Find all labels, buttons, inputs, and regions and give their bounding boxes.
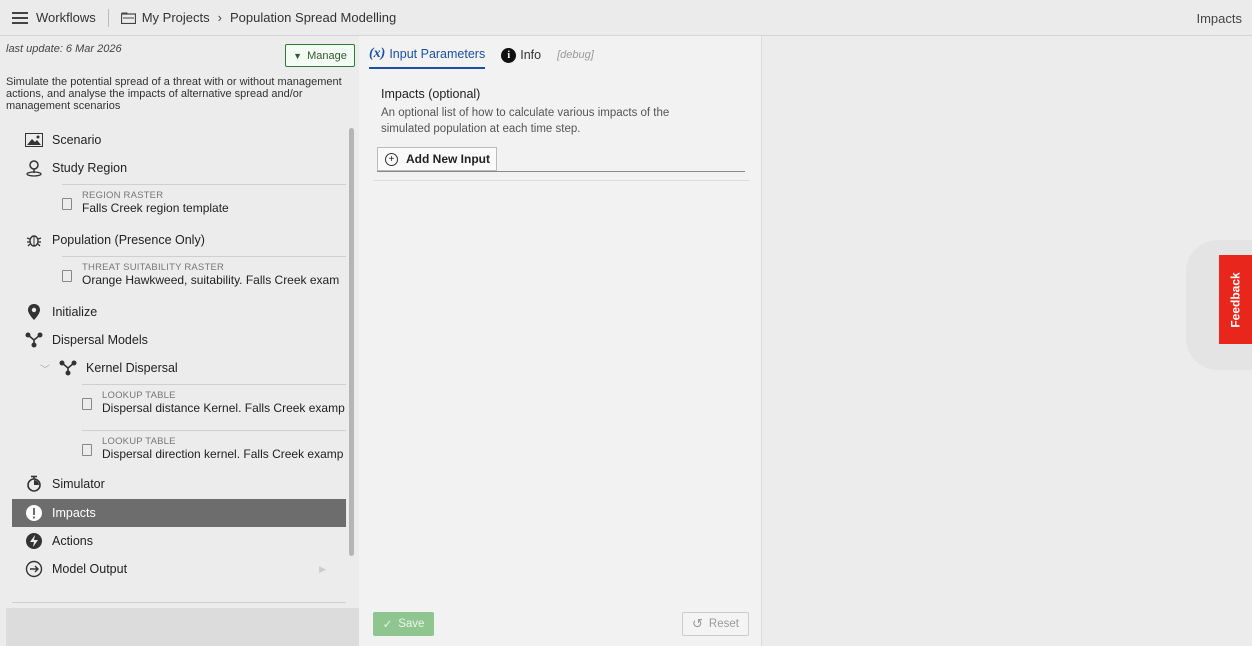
sidebar-item-label: Initialize (52, 305, 98, 319)
file-item-dispersal-direction[interactable]: LOOKUP TABLE Dispersal direction kernel.… (82, 430, 346, 461)
sidebar-item-label: Population (Presence Only) (52, 233, 205, 247)
add-new-input-button[interactable]: + Add New Input (377, 147, 497, 171)
sidebar-item-dispersal-models[interactable]: Dispersal Models (12, 326, 346, 354)
expand-arrow-icon[interactable]: ▶ (319, 564, 326, 575)
parameters-panel: (x) Input Parameters i Info [debug] Impa… (359, 36, 762, 646)
sidebar-scrollbar[interactable] (349, 128, 354, 556)
breadcrumb-current-page: Population Spread Modelling (229, 10, 397, 25)
tab-debug[interactable]: [debug] (557, 49, 594, 66)
file-icon (62, 198, 72, 210)
info-icon: i (501, 47, 517, 63)
variable-icon: (x) (369, 46, 386, 61)
sidebar-item-scenario[interactable]: Scenario (12, 126, 346, 154)
file-caption: REGION RASTER (82, 190, 164, 201)
divider (373, 180, 749, 181)
save-button-label: Save (398, 618, 425, 630)
sidebar-item-label: Dispersal Models (52, 333, 148, 347)
save-button[interactable]: ✓ Save (373, 612, 434, 636)
divider (377, 171, 745, 172)
file-caption: LOOKUP TABLE (102, 436, 176, 447)
sidebar-item-label: Study Region (52, 161, 128, 175)
sidebar-item-label: Kernel Dispersal (86, 361, 178, 375)
sidebar-item-model-output[interactable]: Model Output ▶ (12, 555, 346, 583)
tab-input-parameters[interactable]: (x) Input Parameters (369, 46, 486, 69)
file-caption: THREAT SUITABILITY RASTER (82, 262, 225, 273)
breadcrumb-my-projects[interactable]: My Projects (142, 10, 210, 25)
last-update-text: last update: 6 Mar 2026 (6, 43, 122, 55)
sidebar-item-population[interactable]: Population (Presence Only) (12, 226, 346, 254)
file-icon (62, 270, 72, 282)
file-icon (82, 398, 92, 410)
file-value: Dispersal direction kernel. Falls Creek … (102, 447, 344, 461)
branch-icon (24, 330, 44, 350)
sidebar-item-initialize[interactable]: Initialize (12, 298, 346, 326)
parameter-description: An optional list of how to calculate var… (381, 107, 670, 135)
feedback-button[interactable]: Feedback (1219, 255, 1252, 344)
map-pin-icon (24, 158, 44, 178)
tab-info[interactable]: i Info (501, 47, 542, 68)
sidebar-item-simulator[interactable]: Simulator (12, 470, 346, 498)
reset-button[interactable]: ↺ Reset (682, 612, 749, 636)
breadcrumb-divider (107, 8, 109, 27)
current-section-label: Impacts (1196, 11, 1242, 26)
sidebar-item-label: Actions (52, 534, 93, 548)
file-value: Orange Hawkweed, suitability. Falls Cree… (82, 273, 340, 287)
file-item-suitability-raster[interactable]: THREAT SUITABILITY RASTER Orange Hawkwee… (62, 256, 346, 287)
impacts-view (763, 36, 1252, 646)
workflows-link[interactable]: Workflows (36, 10, 96, 25)
file-item-dispersal-distance[interactable]: LOOKUP TABLE Dispersal distance Kernel. … (82, 384, 346, 415)
sidebar-item-label: Impacts (52, 506, 96, 520)
sidebar-item-label: Scenario (52, 133, 102, 147)
file-value: Falls Creek region template (82, 201, 229, 215)
manage-button[interactable]: ▼ Manage (285, 44, 355, 67)
undo-icon: ↺ (692, 616, 703, 631)
panel-tabs: (x) Input Parameters i Info [debug] (369, 46, 610, 69)
chevron-down-icon[interactable]: ﹀ (40, 361, 50, 376)
sidebar-item-actions[interactable]: Actions (12, 527, 346, 555)
file-icon (82, 444, 92, 456)
tab-label: Info (520, 48, 542, 62)
bolt-icon (24, 531, 44, 551)
image-icon (24, 130, 44, 150)
bug-icon (24, 230, 44, 250)
file-value: Dispersal distance Kernel. Falls Creek e… (102, 401, 345, 415)
feedback-label: Feedback (1228, 271, 1243, 328)
alert-icon (24, 503, 44, 523)
location-icon (24, 302, 44, 322)
sidebar-item-label: Simulator (52, 477, 105, 491)
plus-circle-icon: + (385, 152, 398, 166)
sidebar-item-impacts[interactable]: Impacts (12, 499, 346, 527)
workflow-description: Simulate the potential spread of a threa… (6, 76, 342, 112)
file-item-region-raster[interactable]: REGION RASTER Falls Creek region templat… (62, 184, 346, 215)
arrow-circle-icon (24, 559, 44, 579)
reset-button-label: Reset (708, 618, 739, 630)
divider (12, 602, 346, 603)
sidebar-footer (6, 608, 359, 646)
folder-icon (120, 12, 136, 24)
branch-icon (58, 358, 78, 378)
add-button-label: Add New Input (406, 152, 490, 166)
manage-button-label: Manage (307, 49, 347, 62)
tab-label: Input Parameters (389, 47, 486, 61)
sidebar-item-study-region[interactable]: Study Region (12, 154, 346, 182)
file-caption: LOOKUP TABLE (102, 390, 176, 401)
chevron-down-icon: ▼ (293, 50, 303, 61)
sidebar-item-label: Model Output (52, 562, 128, 576)
sidebar: last update: 6 Mar 2026 ▼ Manage Simulat… (0, 36, 359, 646)
chevron-right-icon: › (217, 10, 222, 25)
check-icon: ✓ (382, 619, 393, 631)
stopwatch-icon (24, 474, 44, 494)
sidebar-item-kernel-dispersal[interactable]: ﹀ Kernel Dispersal (12, 354, 346, 382)
parameter-title: Impacts (optional) (381, 87, 481, 101)
top-bar: Workflows My Projects › Population Sprea… (0, 0, 1252, 36)
hamburger-menu-icon[interactable] (12, 11, 28, 24)
